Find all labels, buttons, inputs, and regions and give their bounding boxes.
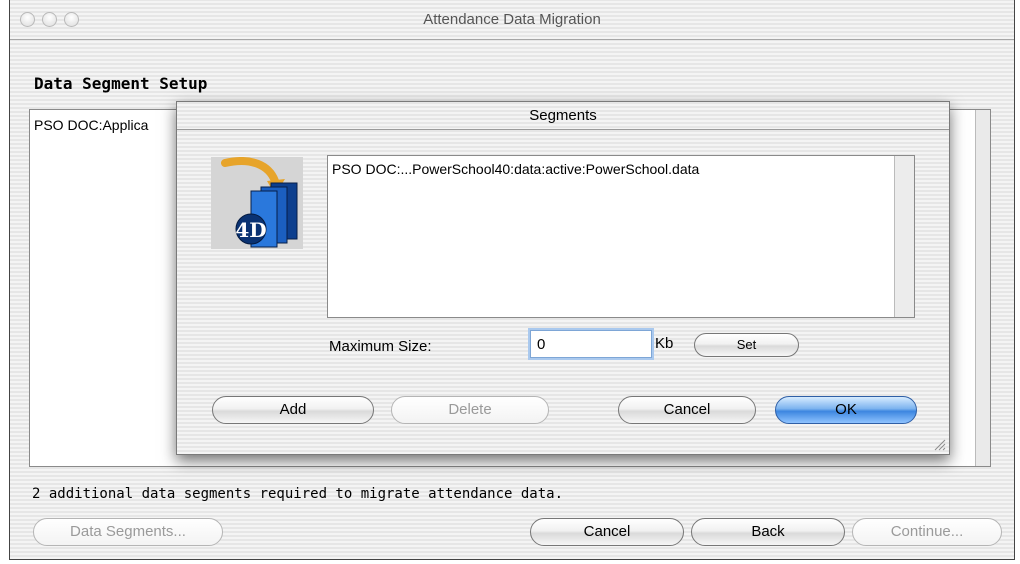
- title-bar[interactable]: Attendance Data Migration: [10, 0, 1014, 40]
- data-segments-button[interactable]: Data Segments...: [33, 518, 223, 546]
- max-size-label: Maximum Size:: [329, 338, 432, 355]
- segment-path-list[interactable]: PSO DOC:...PowerSchool40:data:active:Pow…: [327, 155, 915, 318]
- section-heading: Data Segment Setup: [34, 74, 208, 93]
- list-scrollbar[interactable]: [975, 110, 990, 466]
- continue-button[interactable]: Continue...: [852, 518, 1002, 546]
- cancel-button[interactable]: Cancel: [530, 518, 684, 546]
- resize-grip-icon[interactable]: [932, 437, 946, 451]
- dialog-cancel-button[interactable]: Cancel: [618, 396, 756, 424]
- ok-button[interactable]: OK: [775, 396, 917, 424]
- status-message: 2 additional data segments required to m…: [32, 486, 564, 502]
- list-item[interactable]: PSO DOC:Applica: [34, 117, 148, 133]
- delete-button[interactable]: Delete: [391, 396, 549, 424]
- window-title: Attendance Data Migration: [423, 11, 601, 28]
- set-button[interactable]: Set: [694, 333, 799, 357]
- path-list-scrollbar[interactable]: [894, 156, 914, 317]
- max-size-input[interactable]: [530, 330, 652, 358]
- unit-label: Kb: [655, 335, 674, 352]
- dialog-title: Segments: [529, 107, 597, 124]
- back-button[interactable]: Back: [691, 518, 845, 546]
- segment-path-item[interactable]: PSO DOC:...PowerSchool40:data:active:Pow…: [332, 161, 699, 177]
- 4d-database-icon: 4D: [211, 157, 303, 249]
- segments-dialog: Segments 4D PSO DOC:...PowerSchool40:dat…: [176, 101, 950, 455]
- dialog-divider: [177, 129, 949, 130]
- add-button[interactable]: Add: [212, 396, 374, 424]
- svg-text:4D: 4D: [235, 218, 266, 242]
